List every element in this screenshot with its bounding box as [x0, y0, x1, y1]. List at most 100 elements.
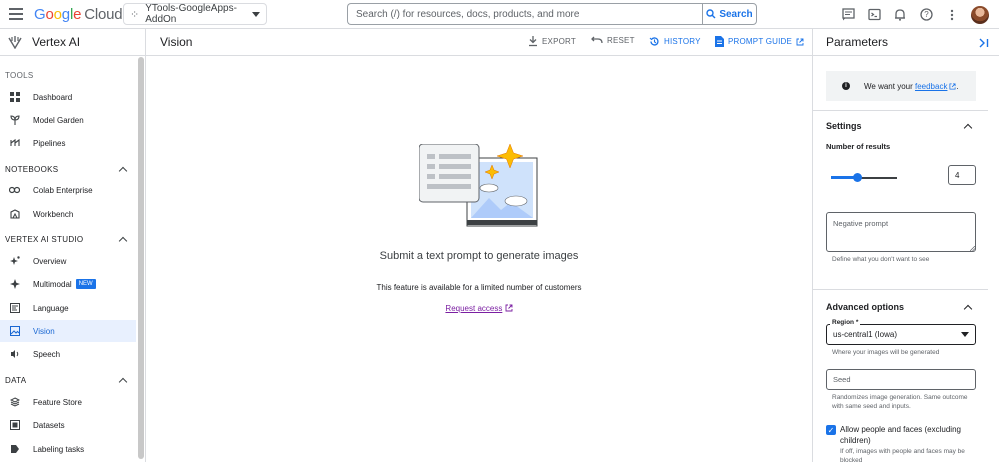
studio-section-toggle[interactable]: VERTEX AI STUDIO — [0, 228, 136, 250]
feedback-banner: i We want your feedback. — [826, 71, 976, 101]
advanced-options-title: Advanced options — [826, 302, 905, 312]
divider — [813, 289, 988, 290]
chevron-up-icon[interactable] — [963, 304, 973, 314]
multimodal-icon — [9, 279, 20, 290]
feedback-chat-icon[interactable] — [835, 2, 861, 28]
feature-store-icon — [9, 397, 20, 408]
main-menu-icon[interactable] — [8, 6, 24, 22]
new-badge: NEW — [75, 279, 96, 289]
dropdown-arrow-icon — [961, 332, 969, 337]
sidebar-item-workbench[interactable]: Workbench — [0, 203, 136, 225]
sidebar-item-dashboard[interactable]: Dashboard — [0, 86, 136, 108]
sidebar-item-pipelines[interactable]: Pipelines — [0, 132, 136, 154]
prompt-guide-link[interactable]: PROMPT GUIDE — [715, 36, 804, 47]
workbench-icon — [9, 209, 20, 220]
labeling-icon — [9, 444, 20, 455]
search-input[interactable]: Search (/) for resources, docs, products… — [347, 3, 703, 25]
project-picker[interactable]: ⁘ YTools-GoogleApps-AddOn — [123, 3, 267, 25]
sidebar-item-feature-store[interactable]: Feature Store — [0, 391, 136, 413]
panel-title: Parameters — [826, 35, 889, 49]
allow-people-checkbox[interactable]: ✓ — [826, 425, 836, 435]
project-name: YTools-GoogleApps-AddOn — [145, 3, 237, 25]
check-icon: ✓ — [827, 425, 835, 435]
sidebar-item-speech[interactable]: Speech — [0, 343, 136, 365]
seed-input[interactable]: Seed — [826, 369, 976, 390]
reset-button[interactable]: RESET — [591, 36, 635, 45]
help-icon[interactable]: ? — [913, 2, 939, 28]
request-access-link[interactable]: Request access — [146, 304, 812, 313]
info-icon: i — [842, 82, 850, 90]
image-generation-illustration — [419, 144, 538, 227]
undo-icon — [591, 36, 603, 44]
notifications-icon[interactable] — [887, 2, 913, 28]
colab-icon — [9, 185, 20, 196]
num-results-label: Number of results — [826, 142, 891, 151]
overview-icon — [9, 256, 20, 267]
sidebar-item-vision[interactable]: Vision — [0, 320, 136, 342]
svg-text:?: ? — [924, 10, 929, 19]
export-button[interactable]: EXPORT — [528, 36, 576, 47]
num-results-input[interactable]: 4 — [948, 165, 976, 185]
page-title: Vision — [160, 35, 193, 49]
product-title: Vertex AI — [32, 35, 81, 49]
cloud-shell-icon[interactable] — [861, 2, 887, 28]
parameters-panel: Parameters i We want your feedback. Sett… — [812, 29, 999, 462]
chevron-up-icon — [118, 236, 128, 245]
sidebar-item-language[interactable]: Language — [0, 297, 136, 319]
open-in-new-icon — [505, 304, 513, 312]
sidebar-item-model-garden[interactable]: Model Garden — [0, 109, 136, 131]
negative-prompt-field[interactable]: Negative prompt — [826, 212, 976, 252]
divider — [813, 110, 988, 111]
open-in-new-icon — [949, 82, 956, 90]
data-section-toggle[interactable]: DATA — [0, 369, 136, 391]
language-icon — [9, 303, 20, 314]
chevron-up-icon[interactable] — [963, 123, 973, 133]
tools-section-label: TOOLS — [5, 71, 34, 80]
resize-handle-icon[interactable] — [970, 246, 975, 251]
negative-prompt-hint: Define what you don't want to see — [832, 256, 930, 263]
region-hint: Where your images will be generated — [832, 349, 940, 356]
project-icon: ⁘ — [130, 8, 140, 21]
allow-people-hint: If off, images with people and faces may… — [840, 448, 965, 462]
google-cloud-logo[interactable]: Google Cloud — [34, 6, 123, 23]
search-button[interactable]: Search — [702, 3, 757, 25]
main-content: Vision EXPORT RESET HISTORY PROMPT GUIDE — [146, 29, 812, 462]
region-select[interactable]: us-central1 (Iowa) — [826, 324, 976, 345]
vertex-ai-icon — [8, 36, 22, 49]
sidebar-item-colab-enterprise[interactable]: Colab Enterprise — [0, 179, 136, 201]
sidebar-item-labeling-tasks[interactable]: Labeling tasks — [0, 438, 136, 460]
empty-state-subtitle: This feature is available for a limited … — [376, 283, 582, 292]
model-garden-icon — [9, 115, 20, 126]
vision-icon — [9, 326, 20, 337]
avatar[interactable] — [971, 5, 989, 24]
main-header: Vision — [146, 29, 812, 56]
collapse-panel-icon[interactable] — [978, 37, 990, 49]
sidebar-item-multimodal[interactable]: Multimodal NEW — [0, 273, 136, 295]
sidebar-scrollbar[interactable] — [138, 57, 144, 459]
more-vert-icon[interactable] — [939, 2, 965, 28]
search-icon — [706, 9, 716, 19]
chevron-up-icon — [118, 377, 128, 386]
open-in-new-icon — [796, 38, 804, 45]
notebooks-section-toggle[interactable]: NOTEBOOKS — [0, 158, 136, 180]
pipelines-icon — [9, 138, 20, 149]
top-bar: Google Cloud ⁘ YTools-GoogleApps-AddOn Se… — [0, 0, 999, 29]
num-results-slider-thumb[interactable] — [852, 173, 862, 182]
empty-state-title: Submit a text prompt to generate images — [379, 250, 579, 262]
feedback-link[interactable]: feedback — [915, 82, 947, 91]
chevron-up-icon — [118, 166, 128, 175]
sidebar-header: Vertex AI — [0, 29, 145, 56]
sidebar: Vertex AI TOOLS Dashboard Model Garden P… — [0, 29, 146, 462]
history-button[interactable]: HISTORY — [649, 36, 701, 47]
sidebar-item-datasets[interactable]: Datasets — [0, 414, 136, 436]
speech-icon — [9, 349, 20, 360]
region-label: Region * — [830, 319, 861, 326]
download-icon — [529, 36, 537, 47]
dashboard-icon — [9, 92, 20, 103]
history-icon — [649, 37, 659, 46]
seed-hint: Randomizes image generation. Same outcom… — [832, 394, 968, 410]
datasets-icon — [9, 420, 20, 431]
sidebar-item-overview[interactable]: Overview — [0, 250, 136, 272]
panel-header: Parameters — [813, 29, 999, 56]
document-icon — [715, 36, 724, 47]
